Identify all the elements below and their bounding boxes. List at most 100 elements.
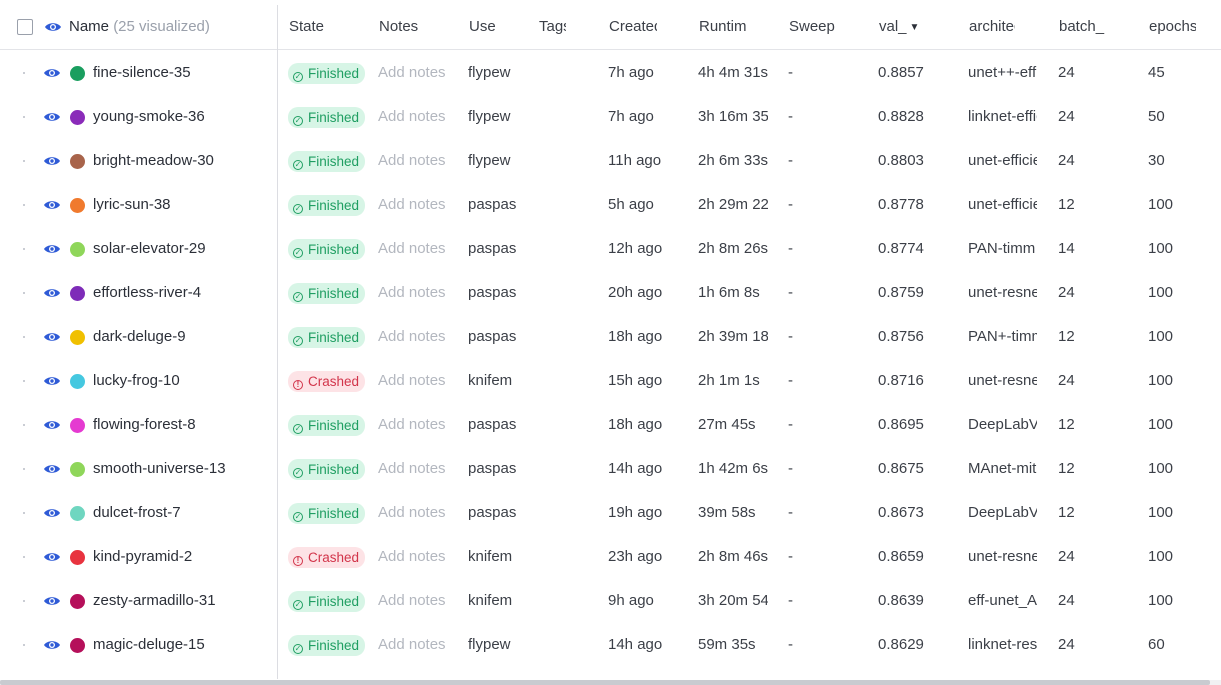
eye-icon[interactable] xyxy=(43,507,61,519)
table-row[interactable]: effortless-river-4 ✓ Finished Add notes pasp… xyxy=(0,271,1221,315)
caret-down-icon[interactable]: ▼ xyxy=(910,6,920,49)
notes-input[interactable]: Add notes xyxy=(378,315,458,359)
run-name-link[interactable]: flowing-forest-8 xyxy=(93,403,196,447)
notes-input[interactable]: Add notes xyxy=(378,51,458,95)
row-drag-handle[interactable] xyxy=(23,380,25,382)
run-name-link[interactable]: lyric-sun-38 xyxy=(93,183,171,227)
table-row[interactable]: solar-elevator-29 ✓ Finished Add notes paspa… xyxy=(0,227,1221,271)
column-header-batch[interactable]: batch_ xyxy=(1059,5,1106,49)
run-name-link[interactable]: young-smoke-36 xyxy=(93,95,205,139)
run-color-swatch[interactable] xyxy=(70,110,85,125)
column-header-state[interactable]: State xyxy=(289,5,369,49)
column-header-val[interactable]: val_ ▼ xyxy=(879,5,939,49)
scrollbar-thumb[interactable] xyxy=(0,680,1210,685)
row-drag-handle[interactable] xyxy=(23,248,25,250)
row-drag-handle[interactable] xyxy=(23,292,25,294)
column-header-architecture[interactable]: architecture xyxy=(969,5,1015,49)
eye-icon[interactable] xyxy=(43,243,61,255)
row-drag-handle[interactable] xyxy=(23,468,25,470)
column-header-name[interactable]: Name (25 visualized) xyxy=(69,5,210,49)
table-row[interactable]: fine-silence-35 ✓ Finished Add notes flypew 7… xyxy=(0,51,1221,95)
table-row[interactable]: smooth-universe-13 ✓ Finished Add notes pasp… xyxy=(0,447,1221,491)
run-color-swatch[interactable] xyxy=(70,330,85,345)
row-drag-handle[interactable] xyxy=(23,600,25,602)
eye-icon[interactable] xyxy=(43,199,61,211)
table-row[interactable]: young-smoke-36 ✓ Finished Add notes flypew 7h… xyxy=(0,95,1221,139)
notes-input[interactable]: Add notes xyxy=(378,95,458,139)
eye-icon[interactable] xyxy=(43,111,61,123)
row-drag-handle[interactable] xyxy=(23,424,25,426)
table-row[interactable]: kind-pyramid-2! Crashed Add notes knifem 23h… xyxy=(0,535,1221,579)
run-color-swatch[interactable] xyxy=(70,286,85,301)
notes-input[interactable]: Add notes xyxy=(378,447,458,491)
notes-input[interactable]: Add notes xyxy=(378,227,458,271)
eye-icon[interactable] xyxy=(43,67,61,79)
notes-input[interactable]: Add notes xyxy=(378,183,458,227)
eye-icon[interactable] xyxy=(43,463,61,475)
row-drag-handle[interactable] xyxy=(23,556,25,558)
table-row[interactable]: magic-deluge-15 ✓ Finished Add notes flypew 1… xyxy=(0,623,1221,667)
run-color-swatch[interactable] xyxy=(70,462,85,477)
row-drag-handle[interactable] xyxy=(23,336,25,338)
column-header-tags[interactable]: Tags xyxy=(539,5,566,49)
run-name-link[interactable]: effortless-river-4 xyxy=(93,271,201,315)
column-header-sweep[interactable]: Sweep xyxy=(789,5,869,49)
table-row[interactable]: lucky-frog-10! Crashed Add notes knifem 15h … xyxy=(0,359,1221,403)
table-row[interactable]: flowing-forest-8 ✓ Finished Add notes paspas… xyxy=(0,403,1221,447)
run-color-swatch[interactable] xyxy=(70,594,85,609)
notes-input[interactable]: Add notes xyxy=(378,271,458,315)
eye-icon[interactable] xyxy=(43,155,61,167)
row-drag-handle[interactable] xyxy=(23,512,25,514)
run-color-swatch[interactable] xyxy=(70,550,85,565)
run-name-link[interactable]: lucky-frog-10 xyxy=(93,359,180,403)
eye-icon[interactable] xyxy=(43,419,61,431)
table-row[interactable]: bright-meadow-30 ✓ Finished Add notes flypew… xyxy=(0,139,1221,183)
column-header-epochs[interactable]: epochs xyxy=(1149,5,1196,49)
row-drag-handle[interactable] xyxy=(23,116,25,118)
horizontal-scrollbar[interactable] xyxy=(0,680,1221,685)
eye-icon[interactable] xyxy=(43,595,61,607)
run-color-swatch[interactable] xyxy=(70,418,85,433)
run-color-swatch[interactable] xyxy=(70,506,85,521)
column-header-user[interactable]: Use xyxy=(469,5,529,49)
notes-input[interactable]: Add notes xyxy=(378,535,458,579)
run-color-swatch[interactable] xyxy=(70,374,85,389)
row-drag-handle[interactable] xyxy=(23,644,25,646)
eye-icon[interactable] xyxy=(43,639,61,651)
notes-input[interactable]: Add notes xyxy=(378,359,458,403)
column-header-runtime[interactable]: Runtime xyxy=(699,5,746,49)
row-drag-handle[interactable] xyxy=(23,160,25,162)
table-row[interactable]: dark-deluge-9 ✓ Finished Add notes paspas 18h… xyxy=(0,315,1221,359)
eye-icon[interactable] xyxy=(44,21,62,33)
run-color-swatch[interactable] xyxy=(70,198,85,213)
run-name-link[interactable]: dark-deluge-9 xyxy=(93,315,186,359)
run-color-swatch[interactable] xyxy=(70,154,85,169)
column-header-created[interactable]: Created xyxy=(609,5,657,49)
row-drag-handle[interactable] xyxy=(23,204,25,206)
run-name-link[interactable]: bright-meadow-30 xyxy=(93,139,214,183)
notes-input[interactable]: Add notes xyxy=(378,623,458,667)
eye-icon[interactable] xyxy=(43,551,61,563)
table-row[interactable]: dulcet-frost-7 ✓ Finished Add notes paspas 19… xyxy=(0,491,1221,535)
table-row[interactable]: zesty-armadillo-31 ✓ Finished Add notes knif… xyxy=(0,579,1221,623)
notes-input[interactable]: Add notes xyxy=(378,491,458,535)
column-header-notes[interactable]: Notes xyxy=(379,5,459,49)
run-color-swatch[interactable] xyxy=(70,638,85,653)
notes-input[interactable]: Add notes xyxy=(378,403,458,447)
eye-icon[interactable] xyxy=(43,375,61,387)
eye-icon[interactable] xyxy=(43,331,61,343)
run-name-link[interactable]: dulcet-frost-7 xyxy=(93,491,181,535)
run-name-link[interactable]: smooth-universe-13 xyxy=(93,447,226,491)
run-name-link[interactable]: fine-silence-35 xyxy=(93,51,191,95)
run-color-swatch[interactable] xyxy=(70,242,85,257)
run-name-link[interactable]: kind-pyramid-2 xyxy=(93,535,192,579)
eye-icon[interactable] xyxy=(43,287,61,299)
run-name-link[interactable]: solar-elevator-29 xyxy=(93,227,206,271)
run-name-link[interactable]: magic-deluge-15 xyxy=(93,623,205,667)
run-name-link[interactable]: zesty-armadillo-31 xyxy=(93,579,216,623)
run-color-swatch[interactable] xyxy=(70,66,85,81)
notes-input[interactable]: Add notes xyxy=(378,579,458,623)
table-row[interactable]: lyric-sun-38 ✓ Finished Add notes paspas 5h a… xyxy=(0,183,1221,227)
row-drag-handle[interactable] xyxy=(23,72,25,74)
select-all-checkbox[interactable] xyxy=(17,19,33,35)
